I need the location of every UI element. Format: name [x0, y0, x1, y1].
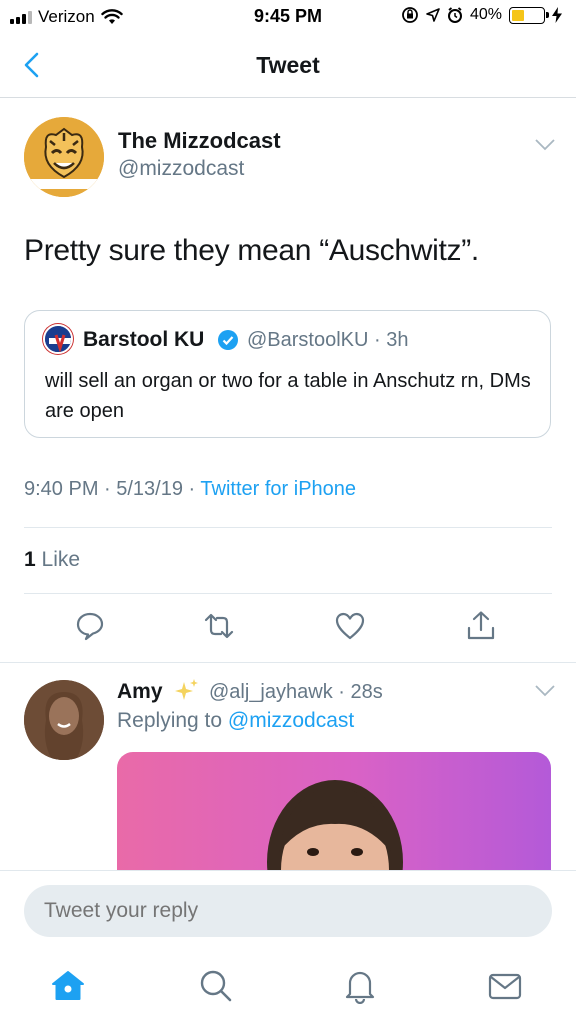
page-title: Tweet — [256, 52, 320, 78]
home-icon[interactable] — [50, 968, 86, 1004]
reply-icon[interactable] — [74, 610, 106, 642]
tweet-timestamp: 9:40 PM · 5/13/19 · Twitter for iPhone — [24, 478, 356, 501]
tweet-text: Pretty sure they mean “Auschwitz”. — [24, 234, 479, 267]
tiger-logo-icon — [24, 117, 104, 197]
quoted-avatar — [43, 324, 73, 354]
retweet-icon[interactable] — [203, 610, 235, 642]
likes-count[interactable]: 1 Like — [24, 548, 80, 572]
location-icon — [426, 8, 440, 22]
user-photo-icon — [24, 680, 104, 760]
battery-icon — [509, 6, 549, 24]
chevron-down-icon[interactable] — [534, 684, 556, 698]
verified-badge-icon — [218, 330, 238, 350]
divider — [24, 527, 552, 528]
share-icon[interactable] — [465, 610, 497, 642]
replying-prefix: Replying to — [117, 709, 228, 732]
divider — [0, 662, 576, 663]
timestamp-text: 9:40 PM · 5/13/19 · — [24, 478, 201, 500]
divider — [24, 593, 552, 594]
quoted-author-name: Barstool KU — [83, 328, 205, 351]
quoted-tweet[interactable]: Barstool KU @BarstoolKU · 3h will sell a… — [24, 310, 551, 438]
like-label: Like — [41, 548, 81, 571]
tweet-source-link[interactable]: Twitter for iPhone — [200, 478, 356, 500]
chevron-down-icon[interactable] — [534, 138, 556, 152]
avatar[interactable] — [24, 117, 104, 197]
barstool-logo-icon — [45, 326, 71, 352]
search-icon[interactable] — [198, 968, 234, 1004]
reply-media[interactable] — [117, 752, 551, 872]
charging-icon — [552, 7, 562, 23]
author-name[interactable]: The Mizzodcast — [118, 128, 281, 154]
quoted-handle-time: @BarstoolKU · 3h — [247, 329, 409, 351]
reply-input[interactable] — [24, 885, 552, 937]
messages-icon[interactable] — [487, 968, 523, 1004]
tab-bar — [0, 954, 576, 1024]
gif-image-icon — [267, 780, 403, 872]
reply-avatar[interactable] — [24, 680, 104, 760]
status-bar: Verizon 9:45 PM 40% — [0, 0, 576, 34]
alarm-icon — [447, 7, 462, 23]
reply-author-name[interactable]: Amy — [117, 680, 163, 704]
replying-handle-link[interactable]: @mizzodcast — [228, 709, 354, 732]
reply-handle-time[interactable]: @alj_jayhawk · 28s — [209, 681, 383, 704]
sparkles-icon — [175, 679, 198, 700]
reply-composer — [0, 870, 576, 954]
heart-icon[interactable] — [334, 610, 366, 642]
like-count: 1 — [24, 548, 36, 571]
battery-percent: 40% — [469, 6, 502, 23]
nav-bar: Tweet — [0, 34, 576, 98]
status-bar-right: 40% — [401, 6, 562, 24]
replying-to: Replying to @mizzodcast — [117, 709, 354, 733]
tweet-actions — [0, 610, 576, 646]
orientation-lock-icon — [402, 7, 418, 23]
notifications-icon[interactable] — [342, 968, 378, 1004]
author-handle[interactable]: @mizzodcast — [118, 157, 244, 181]
quoted-text: will sell an organ or two for a table in… — [45, 370, 531, 422]
